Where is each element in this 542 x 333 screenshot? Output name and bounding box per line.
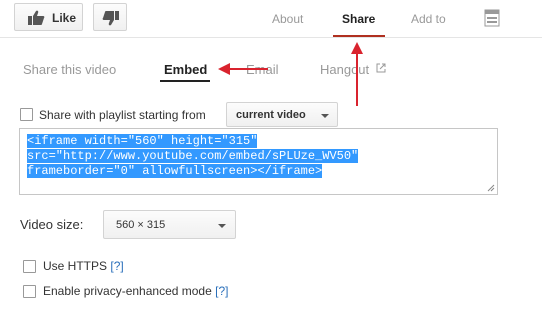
annotation-arrows <box>218 42 363 106</box>
annotation-arrowhead-share <box>351 42 363 54</box>
annotation-arrowhead-embed <box>218 63 230 75</box>
